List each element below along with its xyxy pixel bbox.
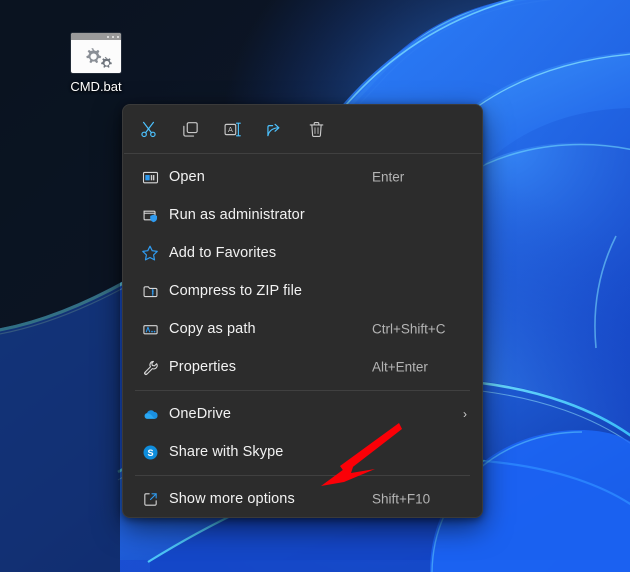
menu-item-show-more-options[interactable]: Show more options Shift+F10	[123, 480, 482, 517]
open-window-glyph	[142, 171, 158, 183]
copy-icon	[182, 121, 198, 137]
icon-titlebar	[71, 33, 121, 40]
menu-item-share-with-skype[interactable]: S Share with Skype	[123, 433, 482, 471]
wrench-glyph	[143, 360, 158, 375]
menu-item-shortcut: Shift+F10	[372, 491, 431, 507]
shield-admin-glyph	[143, 210, 157, 222]
menu-item-label: OneDrive	[169, 406, 232, 422]
chevron-right-icon: ›	[463, 407, 467, 421]
svg-text:A: A	[227, 124, 232, 133]
menu-item-label: Compress to ZIP file	[169, 283, 303, 299]
rename-button[interactable]: A	[215, 112, 249, 146]
menu-item-run-as-administrator[interactable]: Run as administrator	[123, 196, 482, 234]
copy-path-glyph	[142, 324, 158, 334]
desktop-icon-label: CMD.bat	[70, 79, 122, 94]
menu-item-label: Add to Favorites	[169, 245, 277, 261]
share-icon	[266, 123, 279, 136]
zip-folder-icon	[140, 281, 160, 301]
menu-item-label: Run as administrator	[169, 207, 305, 223]
batch-file-gears-icon	[71, 33, 121, 73]
menu-item-onedrive[interactable]: OneDrive ›	[123, 395, 482, 433]
menu-item-label: Copy as path	[169, 321, 256, 337]
menu-item-label: Show more options	[169, 491, 295, 507]
expand-arrow-icon	[140, 489, 160, 509]
wrench-icon	[140, 357, 160, 377]
delete-button[interactable]	[299, 112, 333, 146]
menu-item-add-to-favorites[interactable]: Add to Favorites	[123, 234, 482, 272]
star-glyph	[142, 245, 158, 261]
cut-icon	[140, 121, 156, 137]
rename-icon: A	[224, 122, 241, 136]
skype-glyph: S	[143, 445, 157, 459]
star-icon	[140, 243, 160, 263]
menu-item-shortcut: Ctrl+Shift+C	[372, 321, 446, 337]
menu-item-open[interactable]: Open Enter	[123, 158, 482, 196]
svg-text:S: S	[147, 447, 153, 457]
menu-item-label: Share with Skype	[169, 444, 284, 460]
context-menu[interactable]: A Open Enter Run as administrator Add to…	[122, 104, 483, 518]
share-button[interactable]	[257, 112, 291, 146]
menu-item-label: Open	[169, 169, 205, 185]
onedrive-cloud-icon	[140, 404, 160, 424]
expand-arrow-glyph	[143, 492, 157, 506]
context-menu-toolbar: A	[123, 105, 482, 153]
menu-item-shortcut: Alt+Enter	[372, 359, 428, 375]
copy-button[interactable]	[173, 112, 207, 146]
menu-item-properties[interactable]: Properties Alt+Enter	[123, 348, 482, 386]
desktop-icon-cmd-bat[interactable]: CMD.bat	[59, 33, 133, 109]
gears-glyph	[86, 47, 112, 68]
zip-folder-glyph	[143, 285, 157, 297]
copy-path-icon	[140, 319, 160, 339]
delete-icon	[309, 121, 323, 137]
menu-item-compress-to-zip-file[interactable]: Compress to ZIP file	[123, 272, 482, 310]
cut-button[interactable]	[131, 112, 165, 146]
menu-item-shortcut: Enter	[372, 169, 405, 185]
skype-icon: S	[140, 442, 160, 462]
menu-item-copy-as-path[interactable]: Copy as path Ctrl+Shift+C	[123, 310, 482, 348]
shield-admin-icon	[140, 205, 160, 225]
onedrive-cloud-glyph	[144, 409, 158, 419]
menu-item-label: Properties	[169, 359, 237, 375]
open-window-icon	[140, 167, 160, 187]
